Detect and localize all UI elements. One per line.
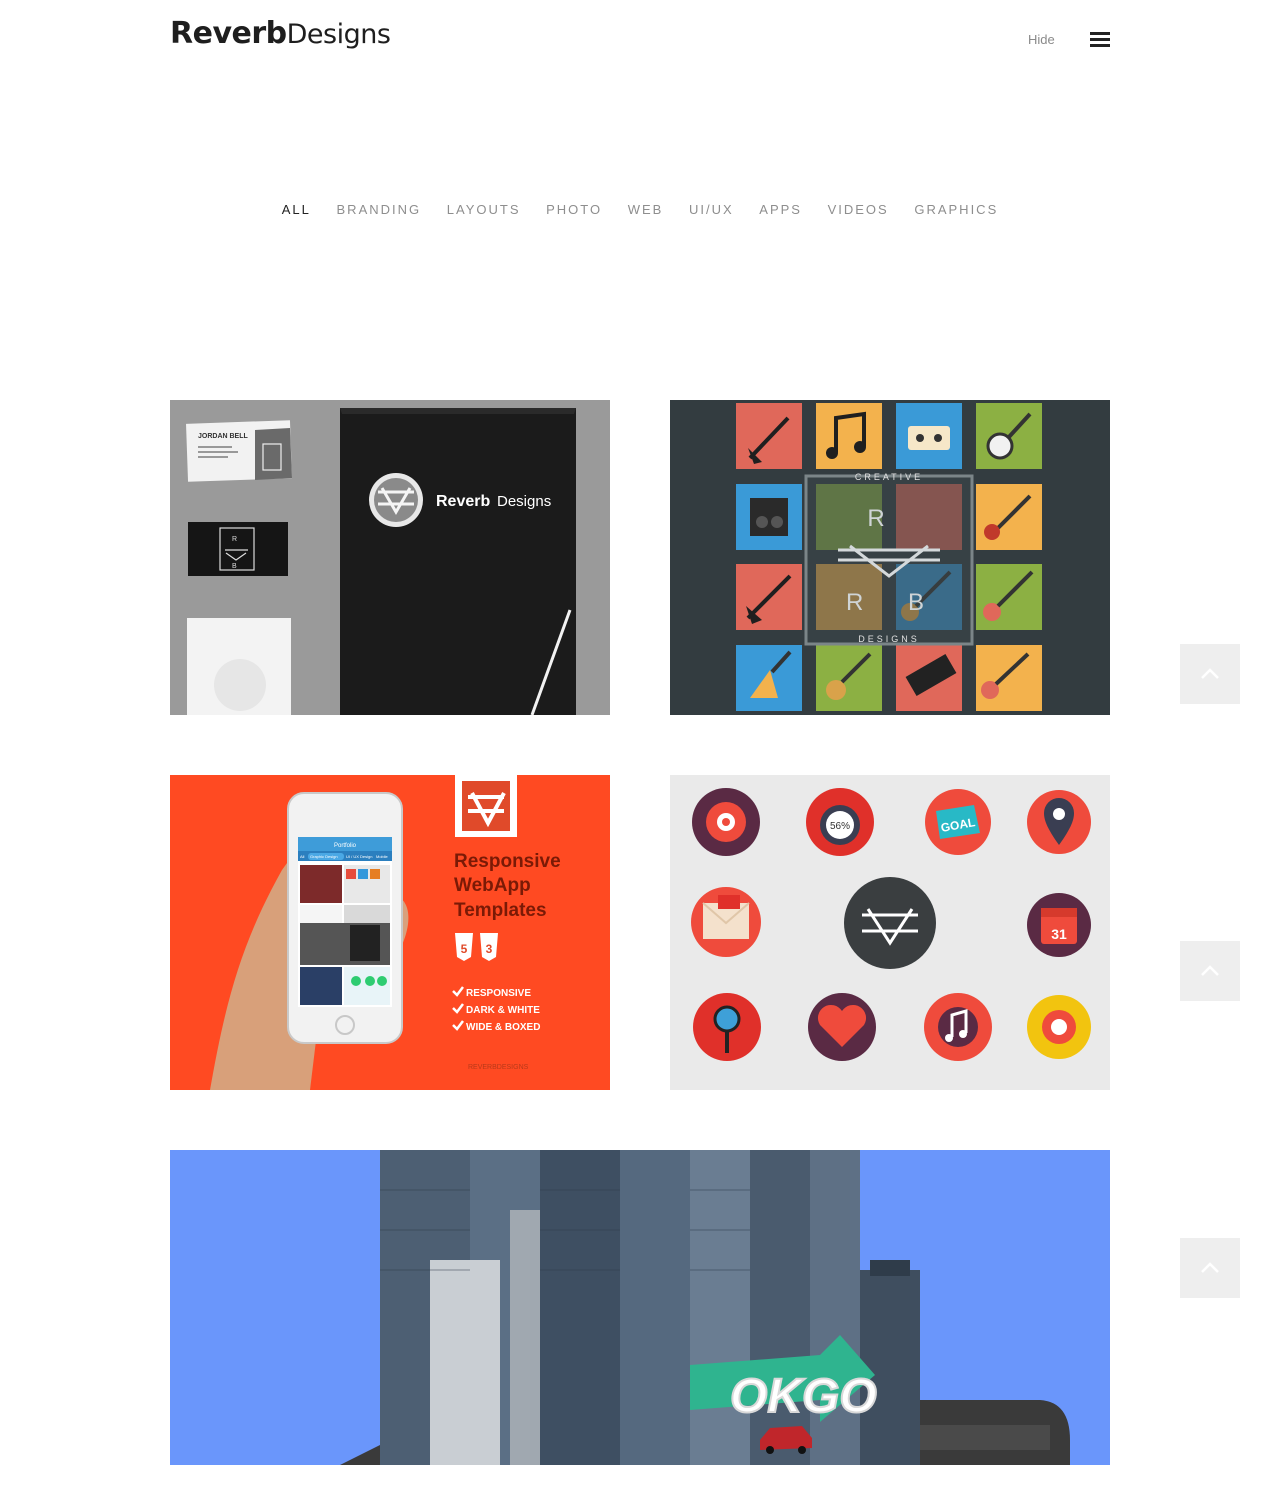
chevron-up-icon: [1201, 965, 1219, 976]
site-logo[interactable]: ReverbDesigns: [170, 16, 391, 51]
filter-apps[interactable]: APPS: [759, 202, 802, 217]
black-folder: Reverb Designs: [340, 408, 576, 715]
filter-web[interactable]: WEB: [628, 202, 664, 217]
phone-tab-mobile: Mobile: [376, 854, 389, 859]
letterhead-white: [187, 618, 291, 715]
card-logo-letter-r: R: [232, 536, 237, 543]
business-card-front: JORDAN BELL: [186, 420, 292, 482]
feature-responsive: RESPONSIVE: [466, 988, 531, 999]
filter-branding[interactable]: BRANDING: [337, 202, 422, 217]
heading-line-1: Responsive: [454, 851, 561, 872]
mail-icon: [691, 887, 761, 957]
settings-icon: [1027, 995, 1091, 1059]
logo-letter-r2: R: [846, 589, 863, 616]
reverb-logo-box: [455, 775, 517, 837]
filter-graphics[interactable]: GRAPHICS: [914, 202, 998, 217]
portfolio-filter-nav: ALL BRANDING LAYOUTS PHOTO WEB UI/UX APP…: [0, 202, 1280, 217]
map-pin-icon: [1027, 790, 1091, 854]
chevron-up-icon: [1201, 1262, 1219, 1273]
logo-top-text: CREATIVE: [855, 472, 923, 482]
menu-icon[interactable]: [1090, 32, 1110, 48]
filter-layouts[interactable]: LAYOUTS: [447, 202, 521, 217]
logo-letter-b: B: [908, 589, 924, 616]
okgo-text: OKGO: [730, 1370, 877, 1423]
music-note-icon: [924, 993, 992, 1061]
filter-videos[interactable]: VIDEOS: [828, 202, 889, 217]
footer-brand: REVERBDESIGNS: [468, 1064, 529, 1071]
portfolio-item-music-icons[interactable]: CREATIVE R R B DESIGNS: [670, 400, 1110, 715]
portfolio-item-city[interactable]: OKGO: [170, 1150, 1110, 1465]
portfolio-item-flat-icons[interactable]: 56% GOAL 31: [670, 775, 1110, 1090]
chevron-up-icon: [1201, 668, 1219, 679]
magnifier-icon: [693, 993, 761, 1061]
business-card-back: R B: [188, 522, 288, 576]
target-icon: [692, 788, 760, 856]
feature-dark-white: DARK & WHITE: [466, 1005, 540, 1016]
phone-tab-graphic: Graphic Design: [310, 854, 338, 859]
filter-uiux[interactable]: UI/UX: [689, 202, 734, 217]
cassette-icon: [908, 426, 950, 450]
logo-bottom-text: DESIGNS: [858, 634, 920, 644]
filter-all[interactable]: ALL: [282, 202, 311, 217]
heading-line-2: WebApp: [454, 875, 531, 896]
calendar-icon: 31: [1027, 893, 1091, 957]
goal-icon: GOAL: [925, 789, 991, 855]
feature-wide-boxed: WIDE & BOXED: [466, 1022, 540, 1033]
logo-light-text: Designs: [286, 19, 391, 50]
portfolio-item-webapp-templates[interactable]: Portfolio All Graphic Design UI / UX Des…: [170, 775, 610, 1090]
heart-icon: [808, 993, 876, 1061]
phone-mockup: Portfolio All Graphic Design UI / UX Des…: [287, 792, 403, 1044]
folder-brand-bold: Reverb: [436, 493, 490, 510]
filter-photo[interactable]: PHOTO: [546, 202, 602, 217]
creative-designs-logo: CREATIVE R R B DESIGNS: [804, 472, 974, 646]
center-logo-icon: [844, 877, 936, 969]
feature-list: RESPONSIVE DARK & WHITE WIDE & BOXED: [452, 986, 540, 1033]
heading-line-3: Templates: [454, 900, 547, 921]
scroll-top-button[interactable]: [1180, 1238, 1240, 1298]
scroll-top-button[interactable]: [1180, 644, 1240, 704]
portfolio-item-branding[interactable]: JORDAN BELL R B Reverb Designs: [170, 400, 610, 715]
html5-badge: 5: [461, 942, 468, 956]
gauge-icon: 56%: [806, 788, 874, 856]
scroll-top-button[interactable]: [1180, 941, 1240, 1001]
calendar-day: 31: [1051, 926, 1067, 942]
card-logo-letter-b: B: [232, 563, 237, 570]
hide-link[interactable]: Hide: [1028, 32, 1055, 47]
logo-letter-r: R: [867, 505, 884, 532]
card-name: JORDAN BELL: [198, 433, 249, 440]
phone-tab-uiux: UI / UX Design: [346, 854, 372, 859]
phone-title: Portfolio: [334, 843, 357, 849]
css3-badge: 3: [486, 942, 493, 956]
site-header: ReverbDesigns Hide: [0, 0, 1280, 80]
folder-brand-light: Designs: [497, 493, 551, 510]
phone-tab-all: All: [300, 854, 305, 859]
logo-bold-text: Reverb: [170, 16, 287, 51]
gauge-percent: 56%: [830, 821, 850, 832]
amplifier-icon: [750, 498, 788, 536]
